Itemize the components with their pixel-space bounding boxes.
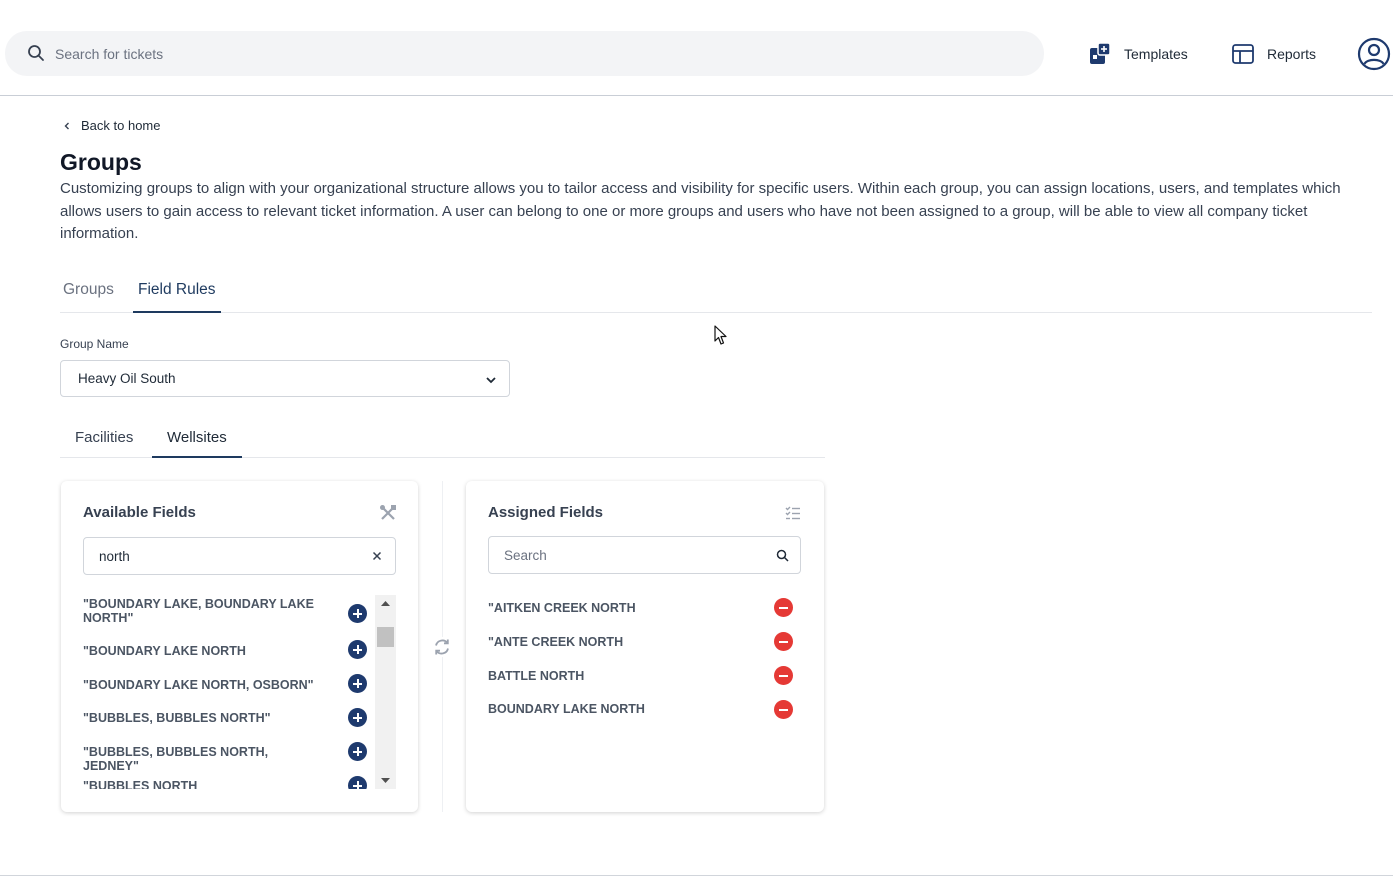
- reports-nav-button[interactable]: Reports: [1231, 40, 1316, 68]
- reports-icon: [1232, 44, 1254, 64]
- available-search-input[interactable]: [99, 538, 349, 574]
- search-icon: [776, 549, 789, 562]
- scroll-up-arrow-icon[interactable]: [375, 595, 396, 612]
- list-item: BATTLE NORTH: [488, 666, 803, 686]
- list-item: "BOUNDARY LAKE NORTH: [83, 640, 373, 659]
- available-fields-list: "BOUNDARY LAKE, BOUNDARY LAKE NORTH" "BO…: [83, 593, 373, 789]
- templates-icon: [1090, 42, 1111, 64]
- assigned-search-input[interactable]: [504, 537, 754, 573]
- list-item-label: "BOUNDARY LAKE NORTH, OSBORN": [83, 678, 314, 692]
- templates-nav-button[interactable]: Templates: [1088, 40, 1188, 68]
- sync-icon[interactable]: [432, 637, 452, 657]
- top-bar: Templates Reports: [0, 0, 1393, 96]
- list-item: "ANTE CREEK NORTH: [488, 632, 803, 652]
- templates-label: Templates: [1124, 46, 1188, 62]
- subtab-wellsites[interactable]: Wellsites: [152, 429, 242, 458]
- remove-field-button[interactable]: [774, 632, 793, 651]
- back-to-home-label: Back to home: [81, 118, 161, 133]
- available-search-field[interactable]: [83, 537, 396, 575]
- ticket-search-input[interactable]: [55, 31, 1015, 76]
- mouse-cursor-icon: [714, 325, 727, 345]
- list-item-label: "BOUNDARY LAKE NORTH: [83, 644, 246, 658]
- tab-groups[interactable]: Groups: [63, 281, 114, 313]
- subtab-facilities[interactable]: Facilities: [75, 429, 133, 458]
- list-item: "BOUNDARY LAKE, BOUNDARY LAKE NORTH": [83, 597, 373, 625]
- remove-field-button[interactable]: [774, 666, 793, 685]
- add-field-button[interactable]: [348, 674, 367, 693]
- search-icon: [28, 45, 44, 61]
- list-item-label: "BUBBLES NORTH: [83, 779, 198, 789]
- group-name-label: Group Name: [60, 337, 129, 351]
- list-item-label: "BUBBLES, BUBBLES NORTH": [83, 711, 271, 725]
- add-field-button[interactable]: [348, 708, 367, 727]
- assigned-fields-panel: Assigned Fields "AITKEN CREEK NORTH "ANT…: [466, 481, 824, 812]
- group-name-value: Heavy Oil South: [78, 371, 176, 386]
- add-field-button[interactable]: [348, 604, 367, 623]
- main-tabs: Groups Field Rules: [60, 276, 1372, 313]
- list-item-label: BATTLE NORTH: [488, 669, 585, 683]
- available-list-scrollbar[interactable]: [375, 595, 396, 789]
- available-fields-panel: Available Fields "BOUNDARY LAKE, BOUNDAR…: [61, 481, 418, 812]
- checklist-icon[interactable]: [784, 504, 802, 522]
- add-field-button[interactable]: [348, 776, 367, 789]
- page-description: Customizing groups to align with your or…: [60, 180, 1341, 242]
- remove-field-button[interactable]: [774, 700, 793, 719]
- chevron-down-icon: [486, 377, 496, 384]
- list-item-label: "ANTE CREEK NORTH: [488, 635, 624, 649]
- available-fields-title: Available Fields: [83, 504, 196, 521]
- reports-label: Reports: [1267, 46, 1317, 62]
- ticket-search-bar[interactable]: [5, 31, 1044, 76]
- list-item: BOUNDARY LAKE NORTH: [488, 699, 803, 719]
- list-item: "BUBBLES, BUBBLES NORTH, JEDNEY": [83, 742, 373, 773]
- add-field-button[interactable]: [348, 640, 367, 659]
- chevron-left-icon: [64, 122, 69, 129]
- list-item: "AITKEN CREEK NORTH: [488, 598, 803, 618]
- list-item: "BUBBLES, BUBBLES NORTH": [83, 708, 373, 727]
- list-item-label: "BUBBLES, BUBBLES NORTH, JEDNEY": [83, 745, 269, 773]
- add-field-button[interactable]: [348, 742, 367, 761]
- remove-field-button[interactable]: [774, 598, 793, 617]
- list-item: "BUBBLES NORTH: [83, 776, 373, 789]
- list-item-label: "BOUNDARY LAKE, BOUNDARY LAKE NORTH": [83, 597, 314, 625]
- back-to-home-link[interactable]: Back to home: [62, 118, 161, 133]
- assigned-search-field[interactable]: [488, 536, 801, 574]
- assigned-fields-title: Assigned Fields: [488, 504, 604, 521]
- clear-search-icon[interactable]: [371, 550, 383, 562]
- user-avatar-icon[interactable]: [1357, 37, 1391, 71]
- tab-field-rules[interactable]: Field Rules: [133, 281, 221, 313]
- list-item-label: BOUNDARY LAKE NORTH: [488, 702, 645, 716]
- scrollbar-thumb[interactable]: [377, 627, 394, 647]
- tools-icon[interactable]: [379, 504, 397, 522]
- list-item: "BOUNDARY LAKE NORTH, OSBORN": [83, 674, 373, 693]
- location-subtabs: Facilities Wellsites: [60, 422, 825, 458]
- list-item-label: "AITKEN CREEK NORTH: [488, 601, 636, 615]
- scroll-down-arrow-icon[interactable]: [375, 772, 396, 789]
- page-title: Groups: [60, 149, 142, 175]
- group-name-select[interactable]: Heavy Oil South: [60, 360, 510, 397]
